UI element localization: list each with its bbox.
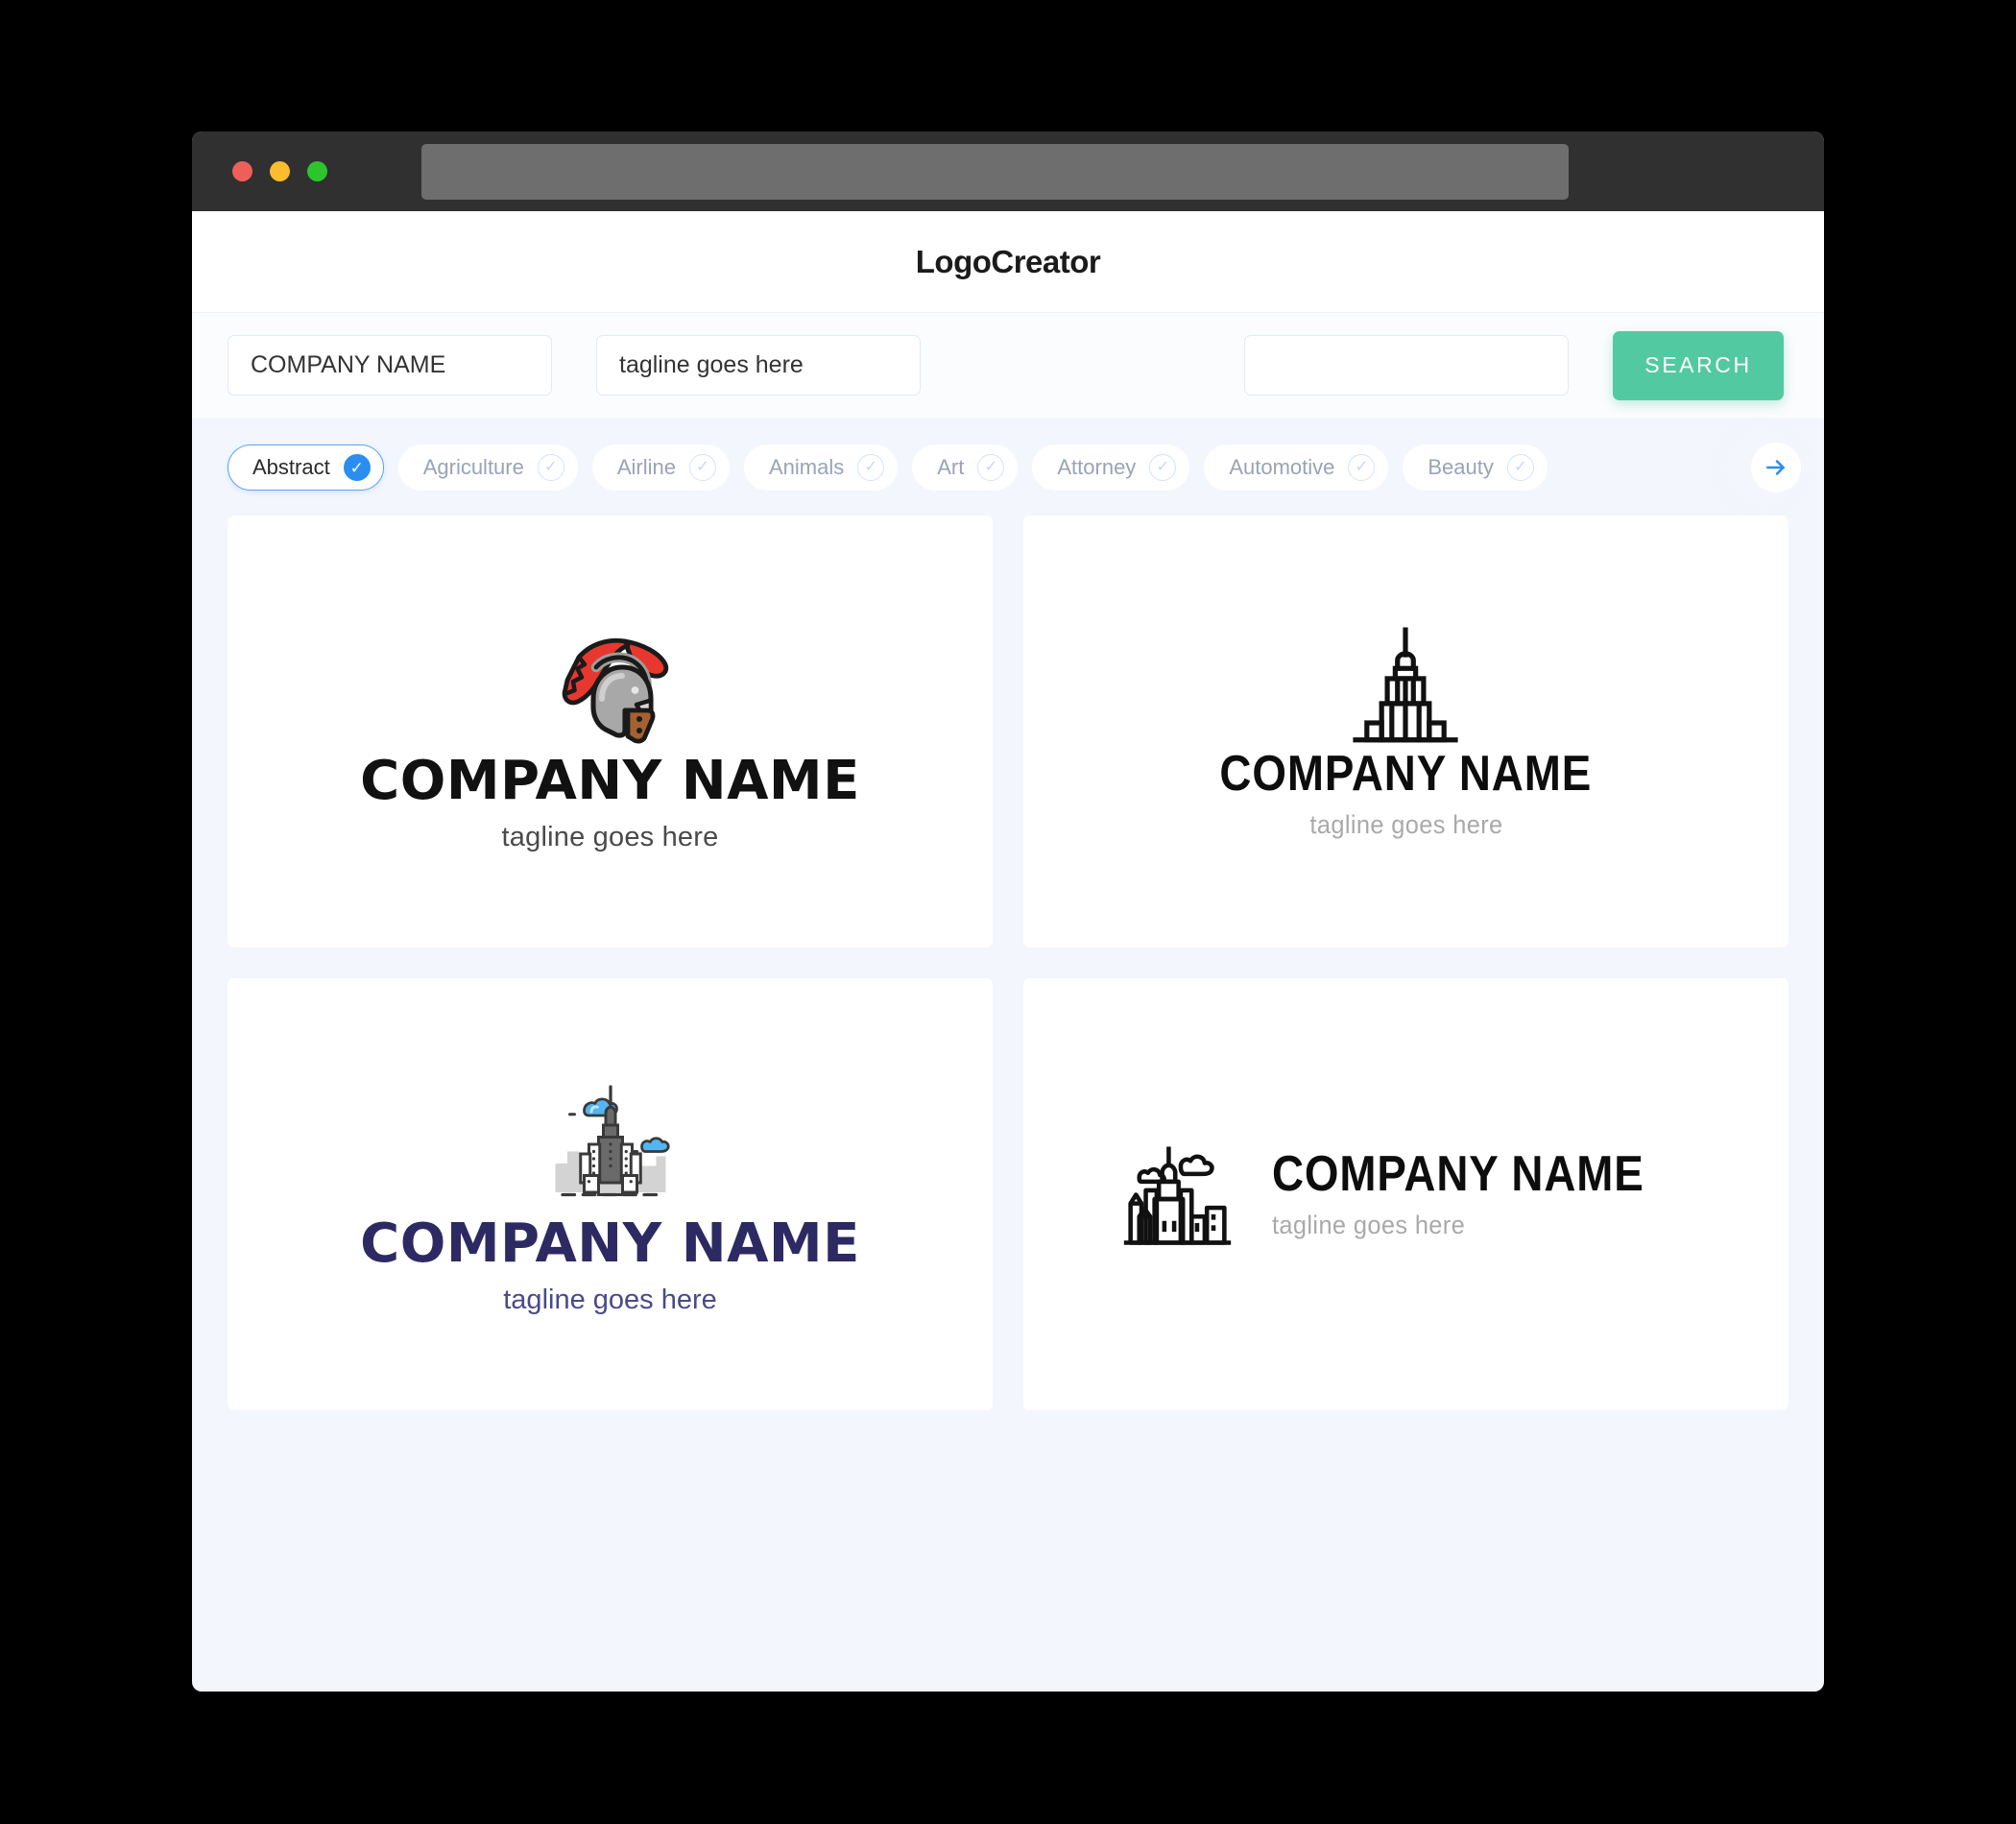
page-title: LogoCreator xyxy=(915,243,1101,279)
category-chip-automotive[interactable]: Automotive ✓ xyxy=(1204,444,1389,491)
logo-company-name: COMPANY NAME xyxy=(360,750,860,813)
check-icon: ✓ xyxy=(689,454,716,481)
category-chip-label: Automotive xyxy=(1229,455,1335,479)
company-name-input[interactable] xyxy=(228,335,552,396)
category-chip-label: Animals xyxy=(769,455,845,479)
logo-card[interactable]: COMPANY NAME tagline goes here xyxy=(1023,516,1788,948)
logo-tagline: tagline goes here xyxy=(1308,809,1503,839)
address-bar[interactable] xyxy=(421,143,1569,200)
category-chip-label: Agriculture xyxy=(422,455,524,479)
check-icon: ✓ xyxy=(1149,454,1177,481)
logo-card[interactable]: COMPANY NAME tagline goes here xyxy=(1023,978,1788,1410)
minimize-icon[interactable] xyxy=(270,161,290,181)
category-chip-label: Abstract xyxy=(252,455,330,479)
check-icon: ✓ xyxy=(977,454,1005,481)
category-chip-abstract[interactable]: Abstract ✓ xyxy=(228,444,384,491)
maximize-icon[interactable] xyxy=(307,161,327,181)
category-chip-label: Airline xyxy=(616,455,676,479)
category-chip-agriculture[interactable]: Agriculture ✓ xyxy=(397,444,578,491)
check-icon: ✓ xyxy=(537,454,564,481)
category-chip-beauty[interactable]: Beauty ✓ xyxy=(1403,444,1548,491)
category-chip-airline[interactable]: Airline ✓ xyxy=(591,444,730,491)
window-titlebar xyxy=(192,132,1824,211)
check-icon: ✓ xyxy=(1348,454,1376,481)
logo-tagline: tagline goes here xyxy=(503,1284,717,1315)
logo-tagline: tagline goes here xyxy=(501,821,719,852)
category-filter-bar: Abstract ✓ Agriculture ✓ Airline ✓ Anima… xyxy=(192,418,1824,516)
logo-company-name: COMPANY NAME xyxy=(360,1212,860,1276)
roman-helmet-icon xyxy=(539,610,683,754)
logo-tagline: tagline goes here xyxy=(1271,1210,1465,1239)
browser-window: LogoCreator SEARCH Abstract ✓ Agricultur… xyxy=(192,132,1824,1692)
empire-state-clouds-icon xyxy=(539,1072,683,1216)
category-chip-attorney[interactable]: Attorney ✓ xyxy=(1032,444,1190,491)
window-controls xyxy=(232,161,327,181)
category-chip-label: Attorney xyxy=(1057,455,1137,479)
app-header: LogoCreator xyxy=(192,211,1824,312)
city-skyline-clouds-icon xyxy=(1117,1140,1237,1250)
search-bar: SEARCH xyxy=(192,312,1824,418)
logo-card[interactable]: COMPANY NAME tagline goes here xyxy=(228,978,993,1410)
category-chip-animals[interactable]: Animals ✓ xyxy=(744,444,899,491)
logo-card[interactable]: COMPANY NAME tagline goes here xyxy=(228,516,993,948)
keyword-input[interactable] xyxy=(1244,335,1569,396)
check-icon: ✓ xyxy=(857,454,885,481)
category-chip-art[interactable]: Art ✓ xyxy=(912,444,1019,491)
arrow-right-icon[interactable] xyxy=(1751,443,1801,492)
category-chip-label: Beauty xyxy=(1428,455,1494,479)
logo-results-grid: COMPANY NAME tagline goes here COMPANY N… xyxy=(192,516,1824,1446)
logo-company-name: COMPANY NAME xyxy=(1219,746,1593,803)
category-chip-label: Art xyxy=(937,455,965,479)
tagline-input[interactable] xyxy=(596,335,921,396)
check-icon: ✓ xyxy=(343,454,371,481)
logo-company-name: COMPANY NAME xyxy=(1271,1146,1644,1203)
check-icon: ✓ xyxy=(1506,454,1534,481)
search-button[interactable]: SEARCH xyxy=(1613,330,1784,400)
close-icon[interactable] xyxy=(232,161,252,181)
skyscraper-outline-icon xyxy=(1348,623,1463,748)
